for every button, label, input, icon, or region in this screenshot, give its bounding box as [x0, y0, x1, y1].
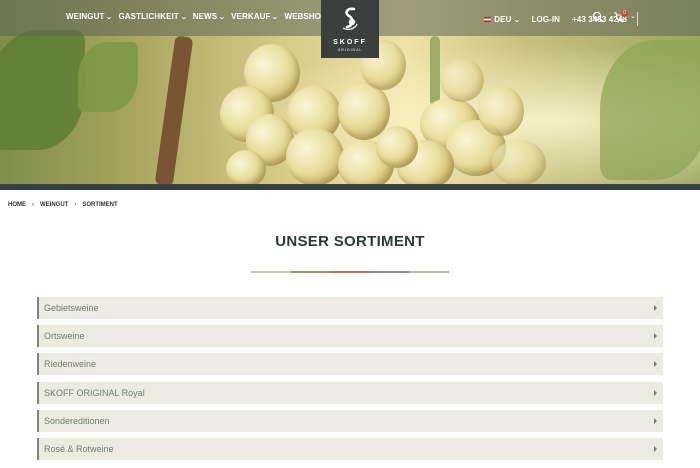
accordion-label: Sondereditionen — [44, 415, 110, 426]
title-divider — [251, 271, 449, 273]
nav-item-verkauf[interactable]: VERKAUF⌄ — [231, 12, 280, 21]
main-menu: WEINGUT⌄ GASTLICHKEIT⌄ NEWS⌄ VERKAUF⌄ WE… — [66, 12, 333, 21]
chevron-down-icon: ⌄ — [512, 16, 521, 24]
language-switcher[interactable]: DEU⌄ — [484, 15, 521, 24]
accordion-label: Rosé & Rotweine — [44, 443, 114, 454]
accordion-item-ortsweine[interactable]: Ortsweine — [37, 325, 663, 348]
caret-right-icon — [654, 417, 657, 424]
chevron-down-icon: ⌄ — [271, 14, 280, 21]
rule-segment — [330, 271, 370, 273]
chevron-down-icon: ⌄ — [105, 14, 114, 21]
accordion-label: Riedenweine — [44, 359, 97, 370]
rule-segment — [251, 271, 291, 273]
breadcrumb-current: SORTIMENT — [82, 202, 118, 208]
chevron-right-icon: › — [32, 202, 34, 208]
breadcrumb-home[interactable]: HOME — [8, 202, 26, 208]
nav-item-weingut[interactable]: WEINGUT⌄ — [66, 12, 114, 21]
nav-divider — [637, 12, 638, 26]
hero-bottom-bar — [0, 184, 700, 190]
chevron-down-icon: ⌄ — [179, 14, 188, 21]
chevron-right-icon: › — [74, 202, 77, 208]
nav-item-news[interactable]: NEWS⌄ — [193, 12, 227, 21]
sortiment-accordion: Gebietsweine Ortsweine Riedenweine SKOFF… — [37, 297, 663, 466]
caret-right-icon — [654, 305, 657, 311]
cart-count-badge: 0 — [621, 10, 628, 17]
logo-subtitle: ORIGINAL — [337, 48, 363, 52]
caret-right-icon — [654, 389, 657, 396]
caret-right-icon — [654, 361, 657, 368]
skoff-logo[interactable]: SKOFF ORIGINAL — [321, 0, 379, 58]
accordion-item-skoff-original-royal[interactable]: SKOFF ORIGINAL Royal — [37, 381, 663, 404]
logo-mark-icon — [342, 7, 358, 30]
chevron-down-icon: ⌄ — [218, 14, 227, 21]
page-title: UNSER SORTIMENT — [275, 233, 425, 250]
accordion-item-rose-rotweine[interactable]: Rosé & Rotweine — [37, 437, 663, 460]
logo-name: SKOFF — [333, 39, 367, 46]
accordion-item-sondereditionen[interactable]: Sondereditionen — [37, 409, 663, 432]
caret-right-icon — [654, 445, 657, 452]
search-icon[interactable] — [592, 10, 604, 28]
breadcrumb: HOME › WEINGUT › SORTIMENT — [8, 202, 118, 208]
accordion-label: SKOFF ORIGINAL Royal — [44, 387, 145, 398]
login-link[interactable]: LOG-IN — [531, 15, 560, 24]
breadcrumb-weingut[interactable]: WEINGUT — [40, 202, 68, 208]
austria-flag-icon — [484, 16, 492, 22]
accordion-item-gebietsweine[interactable]: Gebietsweine — [37, 297, 663, 319]
chevron-down-icon[interactable]: ⌄ — [630, 12, 636, 20]
nav-item-gastlichkeit[interactable]: GASTLICHKEIT⌄ — [118, 12, 188, 21]
rule-segment — [369, 271, 410, 273]
accordion-label: Ortsweine — [44, 331, 85, 342]
rule-segment — [290, 271, 331, 273]
caret-right-icon — [654, 333, 657, 340]
accordion-item-riedenweine[interactable]: Riedenweine — [37, 353, 663, 376]
accordion-label: Gebietsweine — [44, 303, 99, 313]
rule-segment — [409, 271, 449, 273]
